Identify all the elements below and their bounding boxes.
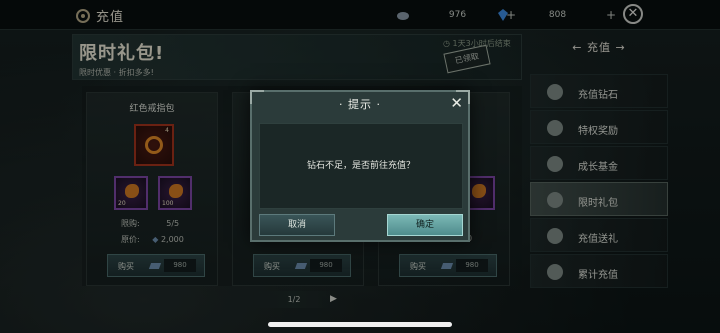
dialog-close-button[interactable]: ✕ [450, 94, 463, 112]
cancel-button[interactable]: 取消 [259, 214, 335, 236]
confirm-dialog: · 提示 · ✕ 钻石不足，是否前往充值？ 取消 确定 [250, 90, 470, 242]
dialog-body: 钻石不足，是否前往充值？ [259, 123, 463, 209]
dialog-message: 钻石不足，是否前往充值？ [306, 161, 415, 171]
home-indicator[interactable] [268, 322, 452, 327]
dialog-title: · 提示 · [339, 98, 381, 111]
confirm-button[interactable]: 确定 [387, 214, 463, 236]
